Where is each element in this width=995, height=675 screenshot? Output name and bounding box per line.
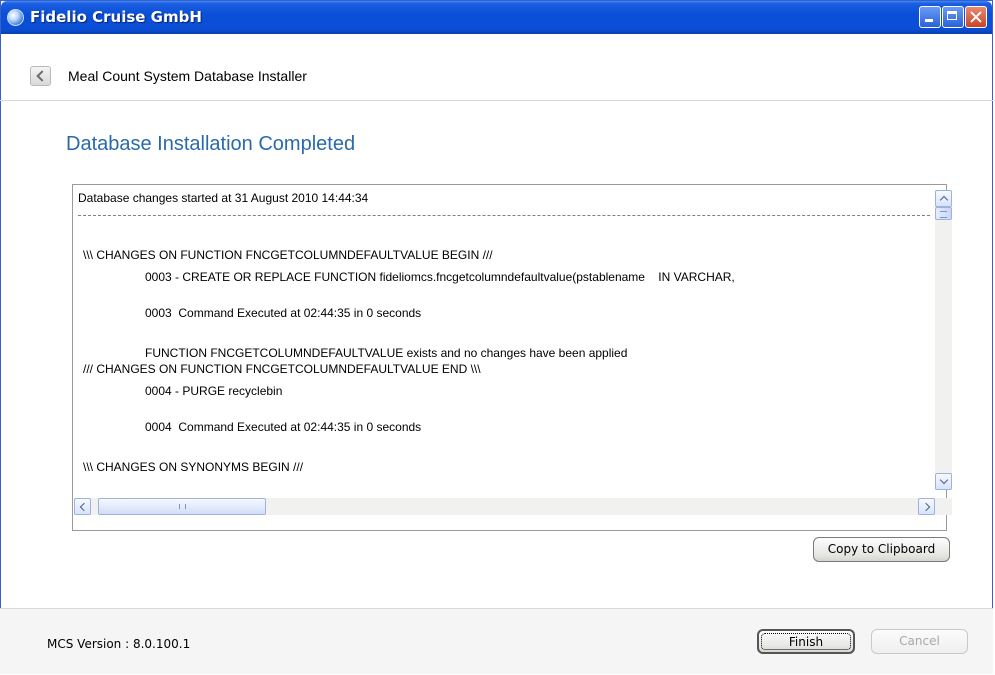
window-title: Fidelio Cruise GmbH <box>30 8 202 26</box>
log-textbox[interactable]: Database changes started at 31 August 20… <box>72 184 947 531</box>
page-title: Database Installation Completed <box>66 133 356 155</box>
focus-rectangle <box>761 633 851 650</box>
header-divider <box>0 100 993 101</box>
globe-app-icon <box>7 9 24 26</box>
log-line: FUNCTION FNCGETCOLUMNDEFAULTVALUE exists… <box>145 346 628 360</box>
scroll-corner <box>935 498 952 515</box>
finish-button[interactable]: Finish <box>757 629 855 654</box>
log-line: /// CHANGES ON FUNCTION FNCGETCOLUMNDEFA… <box>83 362 481 376</box>
minimize-button[interactable] <box>919 6 941 28</box>
maximize-button[interactable] <box>942 6 964 28</box>
version-label: MCS Version : 8.0.100.1 <box>47 637 191 651</box>
horizontal-scrollbar[interactable] <box>74 498 935 515</box>
log-separator-line <box>78 215 930 216</box>
close-button[interactable] <box>965 6 987 28</box>
scroll-up-button[interactable] <box>935 190 952 207</box>
log-line: 0004 - PURGE recyclebin <box>145 384 283 398</box>
vertical-scroll-thumb[interactable] <box>935 207 952 220</box>
copy-to-clipboard-button[interactable]: Copy to Clipboard <box>813 537 950 562</box>
log-line: 0003 - CREATE OR REPLACE FUNCTION fideli… <box>145 270 735 284</box>
vertical-scrollbar[interactable] <box>935 190 952 490</box>
log-line: \\\ CHANGES ON SYNONYMS BEGIN /// <box>83 460 304 474</box>
scroll-left-button[interactable] <box>74 498 91 515</box>
scroll-down-button[interactable] <box>935 473 952 490</box>
cancel-button[interactable]: Cancel <box>871 629 968 654</box>
horizontal-scroll-thumb[interactable] <box>98 498 266 515</box>
scroll-right-button[interactable] <box>918 498 935 515</box>
back-button[interactable] <box>30 66 51 86</box>
log-line: 0003 Command Executed at 02:44:35 in 0 s… <box>145 306 422 320</box>
log-line: Database changes started at 31 August 20… <box>78 191 369 205</box>
nav-title: Meal Count System Database Installer <box>68 68 307 84</box>
title-bar[interactable]: Fidelio Cruise GmbH <box>1 1 992 34</box>
log-line: \\\ CHANGES ON FUNCTION FNCGETCOLUMNDEFA… <box>83 248 493 262</box>
log-line: 0004 Command Executed at 02:44:35 in 0 s… <box>145 420 422 434</box>
